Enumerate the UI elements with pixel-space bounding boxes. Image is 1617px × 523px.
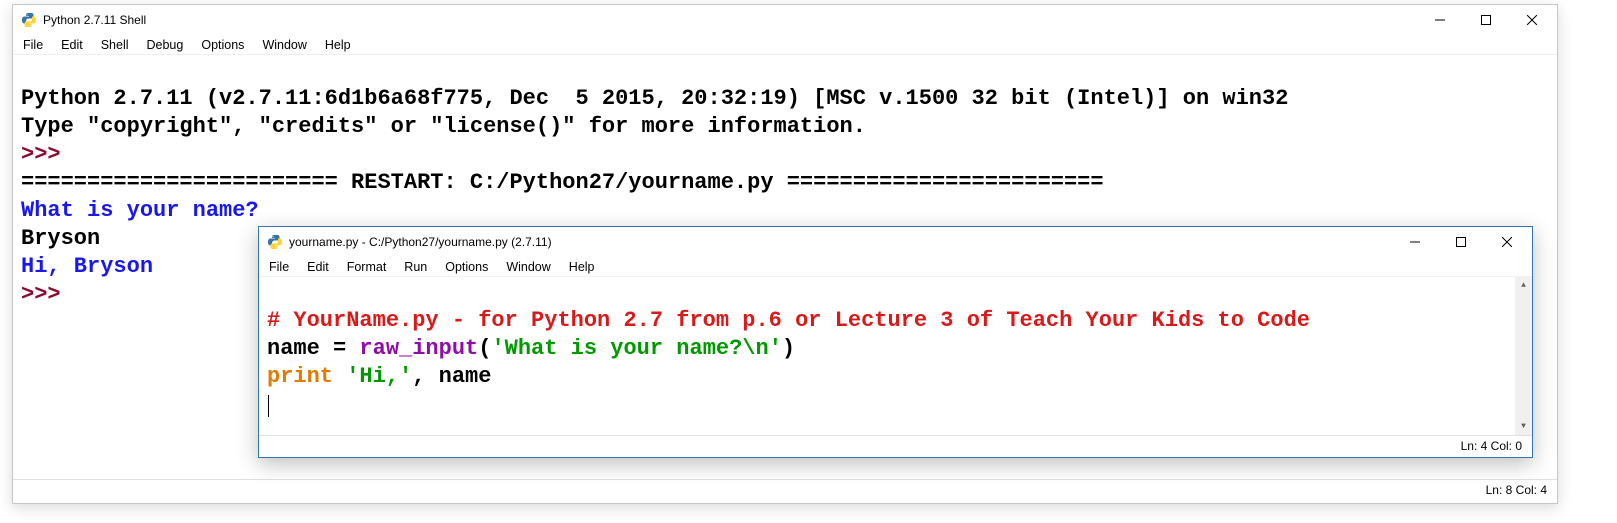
- shell-prompt-ready: >>>: [21, 282, 74, 307]
- editor-statusbar: Ln: 4 Col: 0: [259, 435, 1532, 455]
- menu-format[interactable]: Format: [345, 259, 389, 275]
- shell-banner-line2: Type "copyright", "credits" or "license(…: [21, 114, 866, 139]
- editor-title: yourname.py - C:/Python27/yourname.py (2…: [289, 235, 552, 249]
- menu-help[interactable]: Help: [567, 259, 597, 275]
- maximize-button[interactable]: [1438, 227, 1484, 257]
- python-icon: [267, 234, 283, 250]
- shell-stdout-prompt: What is your name?: [21, 198, 259, 223]
- editor-window: yourname.py - C:/Python27/yourname.py (2…: [258, 226, 1533, 458]
- code-string: 'Hi,': [346, 364, 412, 389]
- shell-stdout-greeting: Hi, Bryson: [21, 254, 153, 279]
- code-paren-open: (: [478, 336, 491, 361]
- shell-user-input: Bryson: [21, 226, 100, 251]
- menu-edit[interactable]: Edit: [305, 259, 331, 275]
- code-assign: name =: [267, 336, 359, 361]
- shell-prompt: >>>: [21, 142, 74, 167]
- close-button[interactable]: [1509, 5, 1555, 35]
- text-cursor: [268, 395, 269, 417]
- scroll-up-icon[interactable]: ▲: [1515, 277, 1532, 294]
- menu-file[interactable]: File: [21, 37, 45, 53]
- code-space: [333, 364, 346, 389]
- menu-file[interactable]: File: [267, 259, 291, 275]
- menu-run[interactable]: Run: [402, 259, 429, 275]
- shell-banner-line1: Python 2.7.11 (v2.7.11:6d1b6a68f775, Dec…: [21, 86, 1288, 111]
- shell-status-text: Ln: 8 Col: 4: [1486, 483, 1547, 497]
- shell-restart-line: ======================== RESTART: C:/Pyt…: [21, 170, 1104, 195]
- maximize-button[interactable]: [1463, 5, 1509, 35]
- code-comment: # YourName.py - for Python 2.7 from p.6 …: [267, 308, 1310, 333]
- code-keyword: print: [267, 364, 333, 389]
- editor-titlebar[interactable]: yourname.py - C:/Python27/yourname.py (2…: [259, 227, 1532, 257]
- minimize-button[interactable]: [1417, 5, 1463, 35]
- shell-menubar: File Edit Shell Debug Options Window Hel…: [13, 35, 1557, 55]
- close-button[interactable]: [1484, 227, 1530, 257]
- menu-edit[interactable]: Edit: [59, 37, 85, 53]
- code-rest: , name: [412, 364, 491, 389]
- menu-window[interactable]: Window: [260, 37, 308, 53]
- shell-statusbar: Ln: 8 Col: 4: [13, 479, 1557, 499]
- code-paren-close: ): [782, 336, 795, 361]
- menu-options[interactable]: Options: [199, 37, 246, 53]
- scroll-down-icon[interactable]: ▼: [1515, 418, 1532, 435]
- menu-shell[interactable]: Shell: [99, 37, 131, 53]
- editor-menubar: File Edit Format Run Options Window Help: [259, 257, 1532, 277]
- python-icon: [21, 12, 37, 28]
- code-builtin: raw_input: [359, 336, 478, 361]
- shell-titlebar[interactable]: Python 2.7.11 Shell: [13, 5, 1557, 35]
- menu-options[interactable]: Options: [443, 259, 490, 275]
- minimize-button[interactable]: [1392, 227, 1438, 257]
- editor-content[interactable]: # YourName.py - for Python 2.7 from p.6 …: [259, 277, 1532, 435]
- scrollbar[interactable]: ▲ ▼: [1515, 277, 1532, 435]
- menu-debug[interactable]: Debug: [145, 37, 186, 53]
- menu-help[interactable]: Help: [323, 37, 353, 53]
- menu-window[interactable]: Window: [504, 259, 552, 275]
- shell-title: Python 2.7.11 Shell: [43, 13, 146, 27]
- code-string: 'What is your name?\n': [491, 336, 781, 361]
- editor-status-text: Ln: 4 Col: 0: [1461, 439, 1522, 453]
